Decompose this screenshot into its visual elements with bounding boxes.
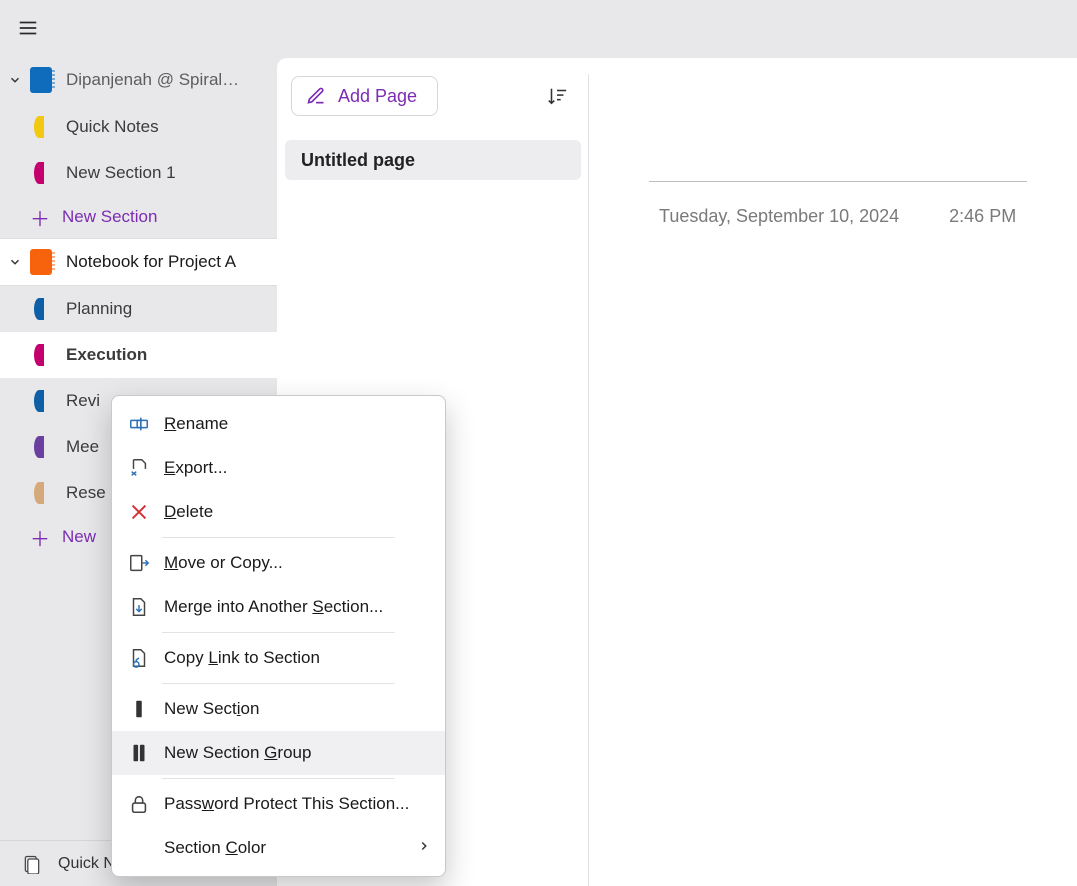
ctx-export[interactable]: Export...	[112, 446, 445, 490]
ctx-label: Export...	[164, 458, 227, 478]
ctx-item-13[interactable]: Section Color	[112, 826, 445, 870]
notebook-nb1[interactable]: Dipanjenah @ Spiral…	[0, 56, 277, 104]
ctx-label: New Section	[164, 699, 259, 719]
page-date: Tuesday, September 10, 2024	[659, 206, 899, 227]
section-tab-icon	[34, 298, 44, 320]
move-icon	[126, 550, 152, 576]
rename-icon	[126, 411, 152, 437]
ctx-label: Rename	[164, 414, 228, 434]
ctx-newsec[interactable]: New Section	[112, 687, 445, 731]
ctx-label: Copy Link to Section	[164, 648, 320, 668]
notebook-label: Notebook for Project A	[66, 252, 236, 272]
add-section-label: New	[62, 527, 96, 547]
ctx-move[interactable]: Move or Copy...	[112, 541, 445, 585]
section-label: Planning	[66, 299, 132, 319]
section-tab-icon	[34, 390, 44, 412]
ctx-label: New Section Group	[164, 743, 311, 763]
newsec-icon	[126, 696, 152, 722]
hamburger-menu[interactable]	[10, 10, 46, 46]
section-label: Revi	[66, 391, 100, 411]
notebook-icon	[30, 249, 52, 275]
newgrp-icon	[126, 740, 152, 766]
merge-icon	[126, 594, 152, 620]
sort-pages-button[interactable]	[539, 78, 575, 114]
section-nb1-0[interactable]: Quick Notes	[0, 104, 277, 150]
section-label: Rese	[66, 483, 106, 503]
section-tab-icon	[34, 116, 44, 138]
notebook-nb2[interactable]: Notebook for Project A	[0, 238, 277, 286]
notebook-label: Dipanjenah @ Spiral…	[66, 70, 239, 90]
notebook-icon	[30, 67, 52, 93]
blank-icon	[126, 835, 152, 861]
ctx-label: Section Color	[164, 838, 266, 858]
ctx-rename[interactable]: Rename	[112, 402, 445, 446]
link-icon	[126, 645, 152, 671]
add-page-button[interactable]: Add Page	[291, 76, 438, 116]
delete-icon	[126, 499, 152, 525]
export-icon	[126, 455, 152, 481]
chevron-down-icon	[4, 73, 26, 87]
note-canvas[interactable]: Tuesday, September 10, 2024 2:46 PM	[589, 58, 1077, 886]
section-tab-icon	[34, 162, 44, 184]
section-label: Mee	[66, 437, 99, 457]
ctx-label: Merge into Another Section...	[164, 597, 383, 617]
chevron-right-icon	[417, 838, 431, 858]
ctx-delete[interactable]: Delete	[112, 490, 445, 534]
section-label: Quick Notes	[66, 117, 159, 137]
page-title: Untitled page	[301, 150, 415, 171]
ctx-merge[interactable]: Merge into Another Section...	[112, 585, 445, 629]
section-nb1-1[interactable]: New Section 1	[0, 150, 277, 196]
add-section-nb1[interactable]: ＋ New Section	[0, 196, 277, 238]
page-time: 2:46 PM	[949, 206, 1016, 227]
section-nb2-0[interactable]: Planning	[0, 286, 277, 332]
ctx-link[interactable]: Copy Link to Section	[112, 636, 445, 680]
section-nb2-1[interactable]: Execution	[0, 332, 277, 378]
plus-icon: ＋	[28, 205, 52, 229]
ctx-label: Move or Copy...	[164, 553, 283, 573]
page-row-0[interactable]: Untitled page	[285, 140, 581, 180]
ctx-label: Password Protect This Section...	[164, 794, 409, 814]
section-label: New Section 1	[66, 163, 176, 183]
add-section-label: New Section	[62, 207, 157, 227]
ctx-lock[interactable]: Password Protect This Section...	[112, 782, 445, 826]
ctx-label: Delete	[164, 502, 213, 522]
lock-icon	[126, 791, 152, 817]
page-title-input[interactable]	[649, 148, 1027, 182]
ctx-newgrp[interactable]: New Section Group	[112, 731, 445, 775]
section-tab-icon	[34, 436, 44, 458]
chevron-down-icon	[4, 255, 26, 269]
section-label: Execution	[66, 345, 147, 365]
section-context-menu: Rename Export... Delete Move or Copy... Merg…	[111, 395, 446, 877]
add-page-label: Add Page	[338, 86, 417, 107]
section-tab-icon	[34, 344, 44, 366]
section-tab-icon	[34, 482, 44, 504]
plus-icon: ＋	[28, 525, 52, 549]
